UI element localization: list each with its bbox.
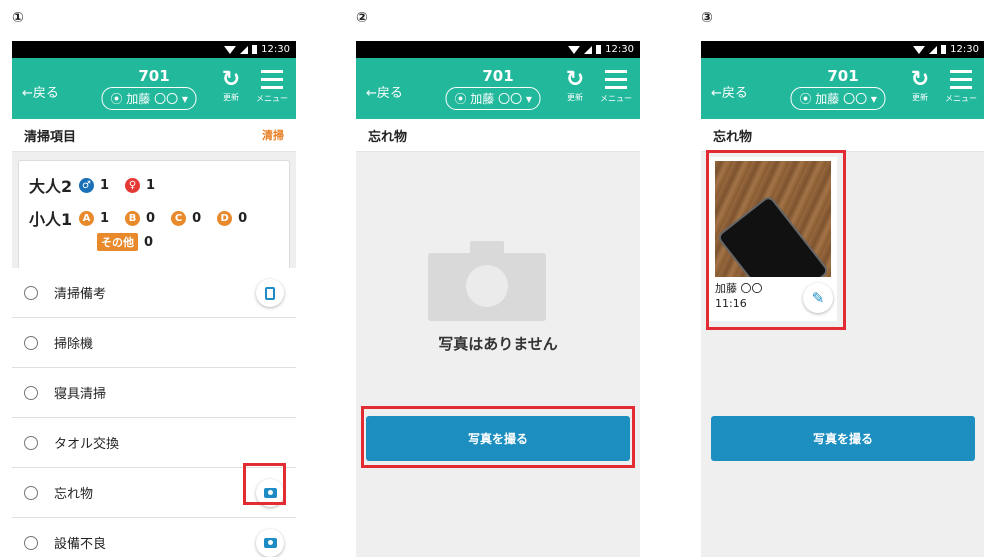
clipboard-icon: [265, 286, 275, 300]
section-title: 清掃項目: [24, 129, 77, 145]
item-label: 設備不良: [54, 537, 107, 552]
signal-icon: [929, 45, 938, 54]
child-a-count: 1: [100, 210, 110, 226]
list-item[interactable]: タオル交換: [12, 418, 296, 468]
other-count: 0: [144, 234, 154, 250]
refresh-icon: ↻: [221, 67, 241, 92]
app-header: ←戻る 701 ⦿ 加藤 〇〇 ▾ ↻ 更新 メニュー: [356, 58, 640, 119]
signal-icon: [584, 45, 593, 54]
radio-button[interactable]: [24, 485, 38, 500]
highlight-box: [243, 463, 286, 505]
wifi-icon: [568, 45, 581, 54]
staff-selector[interactable]: ⦿ 加藤 〇〇 ▾: [445, 87, 541, 110]
radio-button[interactable]: [24, 435, 38, 450]
guest-count-card: 大人2 ♂ 1 ♀ 1 小人1 A 1 B 0 C 0 D 0 その他 0: [18, 160, 290, 274]
highlight-box: [706, 150, 846, 330]
take-photo-button[interactable]: 写真を撮る: [711, 416, 975, 461]
adult-female-count: 1: [146, 177, 156, 193]
section-header: 忘れ物: [356, 119, 640, 152]
status-time: 12:30: [605, 44, 634, 55]
list-item[interactable]: 設備不良: [12, 518, 296, 557]
radio-button[interactable]: [24, 535, 38, 550]
menu-label: メニュー: [600, 94, 632, 103]
list-item[interactable]: 掃除機: [12, 318, 296, 368]
status-bar: 12:30: [356, 41, 640, 58]
item-label: 掃除機: [54, 337, 94, 352]
refresh-icon: ↻: [910, 67, 930, 92]
section-header: 忘れ物: [701, 119, 984, 152]
panel-1-number: ①: [12, 10, 24, 26]
item-label: 忘れ物: [54, 487, 94, 502]
menu-button[interactable]: メニュー: [252, 68, 292, 104]
section-title: 忘れ物: [713, 129, 753, 145]
app-header: ←戻る 701 ⦿ 加藤 〇〇 ▾ ↻ 更新 メニュー: [12, 58, 296, 119]
wifi-icon: [224, 45, 237, 54]
item-label: 清掃備考: [54, 287, 107, 302]
adult-label: 大人2: [29, 177, 73, 196]
refresh-icon: ↻: [565, 67, 585, 92]
radio-button[interactable]: [24, 335, 38, 350]
refresh-button[interactable]: ↻ 更新: [907, 68, 933, 103]
list-item[interactable]: 寝具清掃: [12, 368, 296, 418]
phone-screen-2: 12:30 ←戻る 701 ⦿ 加藤 〇〇 ▾ ↻ 更新 メニュー 忘れ物 写真…: [356, 41, 640, 557]
refresh-button[interactable]: ↻ 更新: [562, 68, 588, 103]
status-bar: 12:30: [12, 41, 296, 58]
child-d-icon: D: [217, 210, 233, 226]
menu-label: メニュー: [945, 94, 977, 103]
child-c-icon: C: [171, 210, 187, 226]
list-item[interactable]: 清掃備考: [12, 268, 296, 318]
notes-button[interactable]: [256, 279, 284, 307]
item-label: 寝具清掃: [54, 387, 107, 402]
app-header: ←戻る 701 ⦿ 加藤 〇〇 ▾ ↻ 更新 メニュー: [701, 58, 984, 119]
radio-button[interactable]: [24, 385, 38, 400]
male-icon: ♂: [79, 177, 94, 193]
menu-label: メニュー: [256, 94, 288, 103]
highlight-box: [361, 406, 635, 468]
battery-icon: [252, 45, 258, 54]
camera-button[interactable]: [256, 529, 284, 557]
item-label: タオル交換: [54, 437, 120, 452]
camera-icon: [263, 538, 277, 548]
female-icon: ♀: [125, 177, 141, 193]
child-b-count: 0: [146, 210, 156, 226]
other-badge: その他: [97, 233, 138, 251]
staff-selector[interactable]: ⦿ 加藤 〇〇 ▾: [101, 87, 197, 110]
hamburger-icon: [605, 70, 627, 89]
staff-selector[interactable]: ⦿ 加藤 〇〇 ▾: [790, 87, 886, 110]
status-time: 12:30: [950, 44, 979, 55]
battery-icon: [596, 45, 602, 54]
menu-button[interactable]: メニュー: [596, 68, 636, 104]
wifi-icon: [913, 45, 926, 54]
menu-button[interactable]: メニュー: [941, 68, 981, 104]
refresh-button[interactable]: ↻ 更新: [218, 68, 244, 103]
child-row: 小人1 A 1 B 0 C 0 D 0: [29, 206, 257, 230]
empty-message: 写真はありません: [438, 335, 558, 353]
status-time: 12:30: [261, 44, 290, 55]
panel-2-number: ②: [356, 10, 368, 26]
refresh-label: 更新: [567, 93, 583, 102]
battery-icon: [941, 45, 947, 54]
status-bar: 12:30: [701, 41, 984, 58]
section-tag: 清掃: [262, 129, 284, 142]
adult-row: 大人2 ♂ 1 ♀ 1: [29, 173, 165, 197]
hamburger-icon: [950, 70, 972, 89]
section-title: 忘れ物: [368, 129, 408, 145]
section-header: 清掃項目 清掃: [12, 119, 296, 152]
other-row: その他 0: [97, 233, 163, 251]
child-d-count: 0: [238, 210, 248, 226]
camera-placeholder-icon: [428, 241, 546, 321]
radio-button[interactable]: [24, 285, 38, 300]
refresh-label: 更新: [912, 93, 928, 102]
cleaning-item-list: 清掃備考 掃除機 寝具清掃 タオル交換 忘れ物 設備不良: [12, 268, 296, 557]
panel-3-number: ③: [701, 10, 713, 26]
child-label: 小人1: [29, 210, 73, 229]
signal-icon: [240, 45, 249, 54]
refresh-label: 更新: [223, 93, 239, 102]
adult-male-count: 1: [100, 177, 110, 193]
hamburger-icon: [261, 70, 283, 89]
child-b-icon: B: [125, 210, 141, 226]
child-a-icon: A: [79, 210, 94, 226]
child-c-count: 0: [192, 210, 202, 226]
